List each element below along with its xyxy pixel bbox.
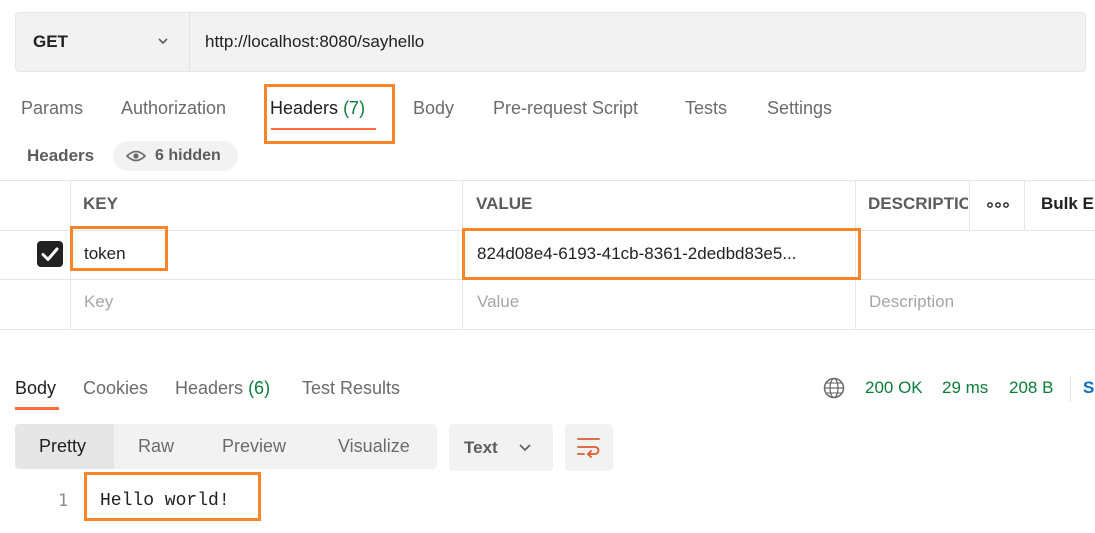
hidden-count-label: 6 hidden (155, 147, 221, 164)
response-tab-body[interactable]: Body (15, 377, 56, 399)
save-response-button[interactable]: S (1083, 378, 1094, 398)
response-tab-headers[interactable]: Headers (6) (175, 377, 270, 399)
view-mode-raw[interactable]: Raw (138, 436, 174, 457)
highlight-box-response (84, 472, 261, 521)
url-bar: GET http://localhost:8080/sayhello (15, 12, 1086, 72)
view-mode-preview[interactable]: Preview (222, 436, 286, 457)
tab-tests[interactable]: Tests (685, 97, 727, 121)
view-mode-visualize[interactable]: Visualize (338, 436, 410, 457)
view-mode-pretty[interactable]: Pretty (39, 436, 86, 457)
highlight-box-key (70, 226, 168, 271)
tab-settings[interactable]: Settings (767, 97, 832, 121)
table-col-divider (1024, 180, 1025, 230)
table-col-divider (969, 180, 970, 230)
method-selector[interactable]: GET (16, 13, 190, 71)
chevron-down-icon (519, 444, 531, 452)
tab-body[interactable]: Body (413, 97, 454, 121)
globe-icon[interactable] (823, 377, 845, 399)
url-input[interactable]: http://localhost:8080/sayhello (205, 32, 424, 52)
wrap-lines-button[interactable] (565, 424, 613, 471)
table-border-bottom (0, 329, 1095, 330)
bulk-edit-button[interactable]: Bulk E (1041, 194, 1094, 214)
checkmark-icon (41, 247, 59, 261)
line-number: 1 (58, 491, 69, 511)
column-header-value: VALUE (476, 194, 533, 213)
tab-params[interactable]: Params (21, 97, 83, 121)
more-horizontal-icon[interactable] (987, 202, 1009, 208)
tab-authorization[interactable]: Authorization (121, 97, 226, 121)
table-border-top (0, 180, 1095, 181)
response-tab-headers-count: (6) (248, 378, 271, 398)
response-tab-cookies[interactable]: Cookies (83, 377, 148, 399)
column-header-key: KEY (83, 194, 118, 213)
new-value-input[interactable]: Value (477, 292, 519, 312)
format-label: Text (464, 438, 498, 457)
new-key-input[interactable]: Key (84, 292, 113, 312)
hidden-headers-toggle[interactable]: 6 hidden (113, 141, 238, 171)
column-header-description: DESCRIPTIC (868, 194, 968, 213)
row-enabled-checkbox[interactable] (37, 241, 63, 267)
format-selector[interactable]: Text (449, 424, 553, 471)
status-code[interactable]: 200 OK (865, 378, 923, 398)
method-label: GET (33, 32, 68, 51)
wrap-lines-icon (577, 438, 600, 458)
status-separator (1070, 376, 1071, 402)
response-tab-test-results[interactable]: Test Results (302, 377, 400, 399)
view-mode-group: Pretty Raw Preview Visualize (15, 424, 437, 469)
chevron-down-icon (158, 38, 168, 45)
eye-icon (126, 150, 146, 162)
highlight-box-headers-tab (264, 84, 395, 144)
response-size[interactable]: 208 B (1009, 378, 1053, 398)
tab-pre-request-script[interactable]: Pre-request Script (493, 97, 638, 121)
response-active-tab-indicator (15, 407, 59, 410)
response-time[interactable]: 29 ms (942, 378, 988, 398)
response-tab-headers-label: Headers (175, 378, 244, 398)
new-description-input[interactable]: Description (869, 292, 954, 312)
highlight-box-value (462, 228, 861, 280)
headers-section-title: Headers (27, 146, 95, 165)
